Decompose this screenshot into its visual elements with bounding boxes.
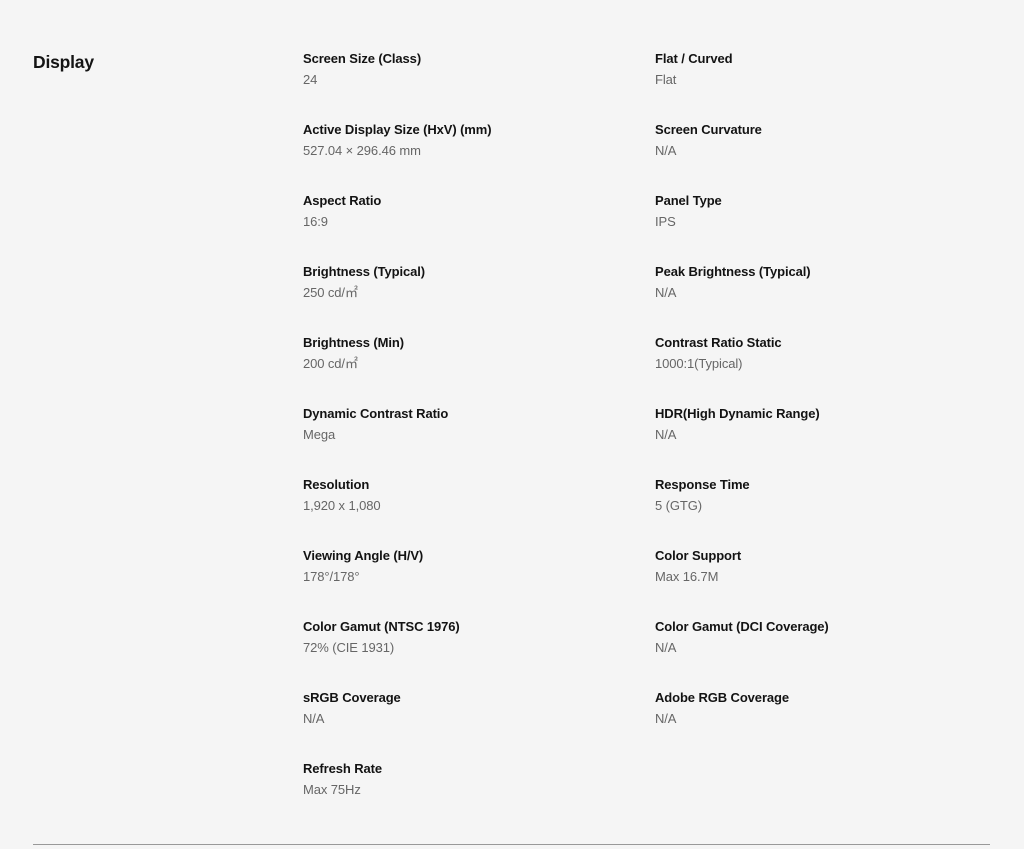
spec-item: Color Gamut (NTSC 1976) 72% (CIE 1931) xyxy=(303,618,655,689)
spec-item: Screen Curvature N/A xyxy=(655,121,1007,192)
spec-item: sRGB Coverage N/A xyxy=(303,689,655,760)
spec-item: Response Time 5 (GTG) xyxy=(655,476,1007,547)
spec-value: N/A xyxy=(655,285,677,300)
spec-item: Refresh Rate Max 75Hz xyxy=(303,760,655,831)
spec-label: Aspect Ratio xyxy=(303,193,382,208)
spec-item: Resolution 1,920 x 1,080 xyxy=(303,476,655,547)
spec-value: 16:9 xyxy=(303,214,328,229)
spec-label: Color Support xyxy=(655,548,742,563)
spec-label: Peak Brightness (Typical) xyxy=(655,264,811,279)
spec-label: Dynamic Contrast Ratio xyxy=(303,406,449,421)
spec-item: Active Display Size (HxV) (mm) 527.04 × 2… xyxy=(303,121,655,192)
spec-value: 250 cd/㎡ xyxy=(303,285,358,300)
spec-label: Brightness (Min) xyxy=(303,335,404,350)
spec-value: N/A xyxy=(655,640,677,655)
spec-label: Screen Size (Class) xyxy=(303,51,422,66)
spec-item: Flat / Curved Flat xyxy=(655,50,1007,121)
spec-column-right: Flat / Curved Flat Screen Curvature N/A Pane… xyxy=(655,50,1007,760)
spec-label: Color Gamut (NTSC 1976) xyxy=(303,619,460,634)
spec-item: Dynamic Contrast Ratio Mega xyxy=(303,405,655,476)
spec-label: Active Display Size (HxV) (mm) xyxy=(303,122,492,137)
spec-label: Refresh Rate xyxy=(303,761,382,776)
spec-item: Brightness (Min) 200 cd/㎡ xyxy=(303,334,655,405)
spec-value: N/A xyxy=(303,711,325,726)
spec-label: Adobe RGB Coverage xyxy=(655,690,790,705)
spec-label: Brightness (Typical) xyxy=(303,264,426,279)
spec-value: Mega xyxy=(303,427,336,442)
spec-column-left: Screen Size (Class) 24 Active Display Size… xyxy=(303,50,655,831)
page-title: Display xyxy=(33,52,94,72)
spec-item: Peak Brightness (Typical) N/A xyxy=(655,263,1007,334)
spec-value: IPS xyxy=(655,214,676,229)
spec-value: 24 xyxy=(303,72,318,87)
spec-value: Max 75Hz xyxy=(303,782,361,797)
spec-value: 527.04 × 296.46 mm xyxy=(303,143,421,158)
spec-label: Color Gamut (DCI Coverage) xyxy=(655,619,829,634)
spec-value: 5 (GTG) xyxy=(655,498,702,513)
spec-item: Panel Type IPS xyxy=(655,192,1007,263)
spec-item: Color Support Max 16.7M xyxy=(655,547,1007,618)
spec-label: Flat / Curved xyxy=(655,51,733,66)
spec-label: sRGB Coverage xyxy=(303,690,401,705)
spec-value: N/A xyxy=(655,711,677,726)
spec-value: 72% (CIE 1931) xyxy=(303,640,395,655)
spec-label: Viewing Angle (H/V) xyxy=(303,548,424,563)
spec-item: Aspect Ratio 16:9 xyxy=(303,192,655,263)
spec-item: Viewing Angle (H/V) 178°/178° xyxy=(303,547,655,618)
spec-item: Screen Size (Class) 24 xyxy=(303,50,655,121)
display-spec-section: Display Screen Size (Class) 24 Active Disp… xyxy=(0,0,1024,849)
spec-label: HDR(High Dynamic Range) xyxy=(655,406,820,421)
spec-value: 1000:1(Typical) xyxy=(655,356,743,371)
spec-item: Brightness (Typical) 250 cd/㎡ xyxy=(303,263,655,334)
spec-item: HDR(High Dynamic Range) N/A xyxy=(655,405,1007,476)
section-divider xyxy=(33,844,990,845)
spec-item: Contrast Ratio Static 1000:1(Typical) xyxy=(655,334,1007,405)
spec-value: N/A xyxy=(655,427,677,442)
spec-item: Adobe RGB Coverage N/A xyxy=(655,689,1007,760)
spec-label: Response Time xyxy=(655,477,750,492)
spec-value: N/A xyxy=(655,143,677,158)
spec-label: Panel Type xyxy=(655,193,722,208)
spec-value: 1,920 x 1,080 xyxy=(303,498,381,513)
spec-columns: Screen Size (Class) 24 Active Display Size… xyxy=(303,50,993,831)
spec-item: Color Gamut (DCI Coverage) N/A xyxy=(655,618,1007,689)
spec-value: 200 cd/㎡ xyxy=(303,356,358,371)
spec-value: 178°/178° xyxy=(303,569,360,584)
spec-value: Flat xyxy=(655,72,677,87)
spec-label: Contrast Ratio Static xyxy=(655,335,782,350)
spec-value: Max 16.7M xyxy=(655,569,719,584)
spec-label: Resolution xyxy=(303,477,370,492)
spec-label: Screen Curvature xyxy=(655,122,762,137)
